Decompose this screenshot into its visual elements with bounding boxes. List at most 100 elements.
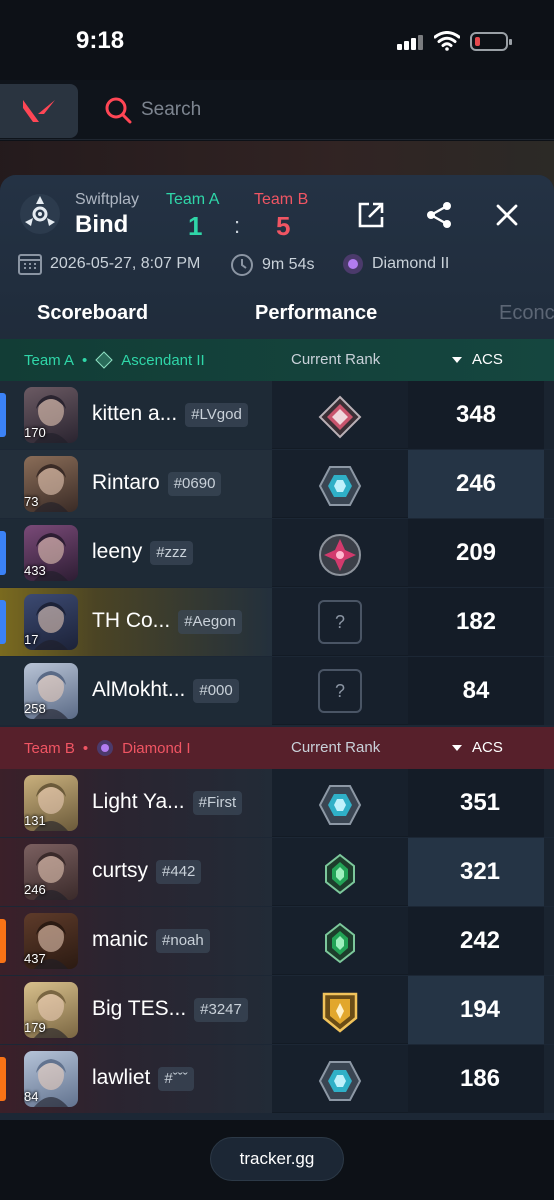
party-indicator	[0, 531, 6, 575]
team-b-header-label: Team B • Diamond I	[24, 739, 191, 757]
row-edge	[544, 769, 554, 837]
match-card: Swiftplay Bind Team A Team B 1 : 5 2026-…	[0, 175, 554, 1120]
emerald-rank-icon	[318, 921, 362, 965]
acs-value: 246	[455, 470, 497, 497]
open-external-button[interactable]	[355, 199, 387, 231]
bullet: •	[82, 739, 89, 757]
player-name[interactable]: lawliet	[92, 1066, 150, 1090]
match-date: 2026-05-27, 8:07 PM	[18, 253, 200, 275]
share-button[interactable]	[423, 199, 455, 231]
current-rank-header: Current Rank	[291, 739, 381, 756]
party-indicator	[0, 1057, 6, 1101]
account-level: 258	[24, 701, 46, 716]
team-a-header: Team A • Ascendant II Current Rank ACS	[0, 339, 554, 381]
player-name[interactable]: curtsy	[92, 859, 148, 883]
unknown-rank-icon: ?	[318, 669, 362, 713]
party-indicator	[0, 600, 6, 644]
match-duration: 9m 54s	[230, 253, 314, 277]
acs-value: 348	[455, 401, 497, 428]
row-edge	[544, 657, 554, 725]
acs-value: 186	[459, 1065, 501, 1092]
player-tag: #ˇˇˇ	[158, 1067, 194, 1091]
player-row[interactable]: 170 kitten a... #LVgod 348	[0, 381, 554, 449]
player-tag: #000	[193, 679, 239, 703]
platinum-rank-icon	[318, 783, 362, 827]
clock-icon	[231, 254, 253, 276]
player-row[interactable]: 433 leeny #zzz 209	[0, 519, 554, 587]
cellular-signal-icon	[397, 34, 425, 50]
player-row[interactable]: 258 AlMokht... #000? 84	[0, 657, 554, 725]
bullet: •	[82, 351, 88, 369]
player-name[interactable]: AlMokht...	[92, 678, 185, 702]
player-row[interactable]: 17 TH Co... #Aegon? 182	[0, 588, 554, 656]
party-indicator	[0, 393, 6, 437]
player-row[interactable]: 437 manic #noah 242	[0, 907, 554, 975]
acs-value: 182	[455, 608, 497, 635]
player-row[interactable]: 73 Rintaro #0690 246	[0, 450, 554, 518]
acs-sort-header[interactable]: ACS	[452, 739, 503, 756]
close-button[interactable]	[491, 199, 523, 231]
account-level: 84	[24, 1089, 39, 1104]
account-level: 73	[24, 494, 39, 509]
map-icon	[20, 194, 60, 234]
player-tag: #Aegon	[178, 610, 242, 634]
team-b-label: Team B	[254, 191, 309, 208]
tab-scoreboard[interactable]: Scoreboard	[37, 302, 148, 325]
team-b-score: 5	[276, 211, 291, 241]
match-duration-text: 9m 54s	[262, 256, 315, 273]
player-name[interactable]: manic	[92, 928, 148, 952]
unknown-rank-icon: ?	[318, 600, 362, 644]
tracker-gg-button[interactable]: tracker.gg	[210, 1137, 344, 1181]
acs-value: 321	[459, 858, 501, 885]
match-header: Swiftplay Bind Team A Team B 1 : 5 2026-…	[0, 175, 554, 355]
search-icon[interactable]	[104, 96, 132, 124]
sort-desc-icon	[452, 744, 462, 751]
sort-desc-icon	[452, 356, 462, 363]
account-level: 437	[24, 951, 46, 966]
current-rank-header: Current Rank	[291, 351, 381, 368]
acs-sort-header[interactable]: ACS	[452, 351, 503, 368]
player-tag: #3247	[194, 998, 248, 1022]
player-row[interactable]: 246 curtsy #442 321	[0, 838, 554, 906]
status-bar: 9:18	[0, 0, 554, 80]
close-icon	[496, 204, 518, 226]
immortal-rank-icon	[318, 533, 362, 577]
team-a-header-label: Team A • Ascendant II	[24, 351, 205, 369]
player-row[interactable]: 84 lawliet #ˇˇˇ 186	[0, 1045, 554, 1113]
player-name[interactable]: Rintaro	[92, 471, 160, 495]
team-b-header: Team B • Diamond I Current Rank ACS	[0, 727, 554, 769]
account-level: 131	[24, 813, 46, 828]
row-edge	[544, 838, 554, 906]
map-name: Bind	[75, 211, 129, 238]
wifi-icon	[434, 31, 460, 51]
calendar-icon	[18, 254, 42, 275]
team-a-label: Team A	[166, 191, 220, 208]
player-row[interactable]: 179 Big TES... #3247 194	[0, 976, 554, 1044]
emerald-rank-icon	[318, 852, 362, 896]
row-edge	[544, 381, 554, 449]
player-tag: #0690	[167, 472, 222, 496]
player-name[interactable]: Big TES...	[92, 997, 186, 1021]
search-input[interactable]: Search	[141, 99, 201, 121]
match-avg-rank: Diamond II	[342, 253, 449, 275]
tab-economy[interactable]: Econc	[499, 302, 554, 325]
row-edge	[544, 450, 554, 518]
valorant-logo-button[interactable]	[0, 84, 78, 138]
row-edge	[544, 976, 554, 1044]
player-name[interactable]: Light Ya...	[92, 790, 185, 814]
acs-value: 242	[459, 927, 501, 954]
gold-rank-icon	[318, 990, 362, 1034]
acs-value: 194	[459, 996, 501, 1023]
player-row[interactable]: 131 Light Ya... #First 351	[0, 769, 554, 837]
player-name[interactable]: TH Co...	[92, 609, 170, 633]
tab-performance[interactable]: Performance	[255, 302, 377, 325]
team-a-name: Team A	[24, 351, 75, 369]
account-level: 433	[24, 563, 46, 578]
share-icon	[427, 202, 451, 228]
row-edge	[544, 588, 554, 656]
player-name[interactable]: kitten a...	[92, 402, 177, 426]
player-name[interactable]: leeny	[92, 540, 142, 564]
player-tag: #442	[156, 860, 202, 884]
status-time: 9:18	[76, 27, 125, 54]
match-date-text: 2026-05-27, 8:07 PM	[50, 255, 201, 272]
